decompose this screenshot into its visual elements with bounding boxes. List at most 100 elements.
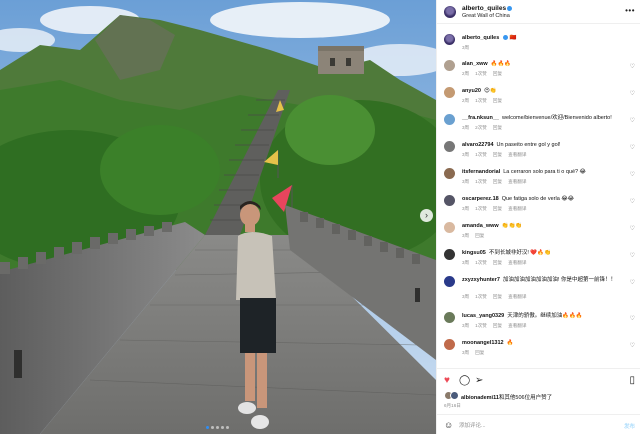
comment-username[interactable]: zxyzxyhunter7 [462, 277, 500, 283]
heart-icon[interactable]: ♡ [630, 63, 635, 70]
post-photo: › [0, 0, 436, 434]
comment-username[interactable]: alvaro22794 [462, 142, 494, 148]
avatar[interactable] [444, 222, 455, 233]
likes-summary[interactable]: albionademi11和其他506位用户赞了 [461, 393, 552, 401]
reply-button[interactable]: 回复 [493, 71, 502, 76]
comment-time: 2周 [462, 98, 470, 103]
avatar[interactable] [444, 339, 455, 350]
translate-link[interactable]: 查看翻译 [508, 206, 526, 211]
comment-text: 不到长城非好汉! ❤️🔥👏 [488, 250, 551, 256]
heart-icon[interactable]: ♡ [630, 252, 635, 259]
translate-link[interactable]: 查看翻译 [508, 179, 526, 184]
comment-username[interactable]: alan_xww [462, 61, 488, 67]
comment-time: 3周 [462, 233, 470, 238]
avatar[interactable] [444, 312, 455, 323]
avatar[interactable] [444, 34, 455, 45]
heart-icon[interactable]: ♡ [630, 90, 635, 97]
avatar[interactable] [444, 249, 455, 260]
comment-input[interactable] [459, 420, 609, 431]
heart-icon[interactable]: ♡ [630, 279, 635, 286]
comment-username[interactable]: lucas_yang0329 [462, 313, 504, 319]
heart-icon[interactable]: ♥ [444, 375, 450, 386]
comment-username[interactable]: __fra.nksun__ [462, 115, 499, 121]
carousel-dot [206, 426, 209, 429]
comment-likes[interactable]: 1次赞 [475, 152, 487, 157]
reply-button[interactable]: 回复 [493, 260, 502, 265]
reply-button[interactable]: 回复 [475, 233, 484, 238]
verified-icon [503, 35, 509, 41]
comment-time: 3周 [462, 350, 470, 355]
translate-link[interactable]: 查看翻译 [508, 152, 526, 157]
comment-likes[interactable]: 1次赞 [475, 323, 487, 328]
avatar[interactable] [444, 87, 455, 98]
comment-likes[interactable]: 1次赞 [475, 98, 487, 103]
header-location[interactable]: Great Wall of China [462, 13, 510, 19]
comment-username[interactable]: anyu20 [462, 88, 481, 94]
reply-button[interactable]: 回复 [493, 98, 502, 103]
comment-username[interactable]: amanda_www [462, 223, 499, 229]
heart-icon[interactable]: ♡ [630, 117, 635, 124]
post-comment-button[interactable]: 发布 [624, 422, 635, 430]
comment-time: 3周 [462, 260, 470, 265]
bookmark-icon[interactable]: ▯ [629, 375, 635, 386]
reply-button[interactable]: 回复 [493, 294, 502, 299]
reply-button[interactable]: 回复 [493, 179, 502, 184]
caption-time: 3周 [462, 45, 470, 50]
post-actions: ♥ ◯ ➢ ▯ albionademi11和其他506位用户赞了 6月16日 [437, 368, 640, 414]
avatar[interactable] [444, 276, 455, 287]
caption-flag: 🇨🇳 [509, 35, 517, 41]
comment-text: 😍👏 [483, 88, 497, 94]
comments-list[interactable]: alberto_quiles 🇨🇳 3周 alan_xww 🔥🔥🔥 2周 1次赞 回复… [437, 30, 640, 366]
emoji-icon[interactable]: ☺ [444, 420, 453, 430]
comment-icon[interactable]: ◯ [459, 375, 470, 386]
avatar[interactable] [444, 141, 455, 152]
comment-text: 加油加油加油加油加油! 你是中超第一前锋！！ [502, 277, 616, 283]
header-username[interactable]: alberto_quiles [462, 5, 506, 12]
heart-icon[interactable]: ♡ [630, 171, 635, 178]
heart-icon[interactable]: ♡ [630, 198, 635, 205]
reply-button[interactable]: 回复 [493, 323, 502, 328]
caption-username[interactable]: alberto_quiles [462, 35, 499, 41]
carousel-dot [221, 426, 224, 429]
comment-likes[interactable]: 1次赞 [475, 179, 487, 184]
avatar [450, 391, 459, 400]
comment-likes[interactable]: 2次赞 [475, 125, 487, 130]
translate-link[interactable]: 查看翻译 [508, 294, 526, 299]
heart-icon[interactable]: ♡ [630, 315, 635, 322]
avatar[interactable] [444, 114, 455, 125]
reply-button[interactable]: 回复 [493, 125, 502, 130]
comment-text: welcome/bienvenue/欢迎/Bienvenido alberto! [502, 115, 612, 121]
translate-link[interactable]: 查看翻译 [508, 260, 526, 265]
share-icon[interactable]: ➢ [475, 375, 483, 386]
more-icon[interactable]: ••• [625, 6, 635, 15]
reply-button[interactable]: 回复 [493, 206, 502, 211]
heart-icon[interactable]: ♡ [630, 342, 635, 349]
comment-text: Un paseito entre gol y gol! [496, 142, 561, 148]
comment-username[interactable]: itsfernandorial [462, 169, 500, 175]
comment-text: 🔥🔥🔥 [490, 61, 512, 67]
heart-icon[interactable]: ♡ [630, 144, 635, 151]
reply-button[interactable]: 回复 [493, 152, 502, 157]
translate-link[interactable]: 查看翻译 [508, 323, 526, 328]
comment-time: 2周 [462, 71, 470, 76]
comment-likes[interactable]: 1次赞 [475, 206, 487, 211]
likes-username[interactable]: albionademi11 [461, 395, 499, 401]
avatar[interactable] [444, 60, 455, 71]
reply-button[interactable]: 回复 [475, 350, 484, 355]
avatar[interactable] [444, 6, 456, 18]
carousel-dots [206, 426, 229, 429]
avatar[interactable] [444, 195, 455, 206]
comment-time: 3周 [462, 206, 470, 211]
avatar[interactable] [444, 168, 455, 179]
heart-icon[interactable]: ♡ [630, 225, 635, 232]
comment-likes[interactable]: 1次赞 [475, 294, 487, 299]
comment-username[interactable]: moonangel1312 [462, 340, 504, 346]
comment-likes[interactable]: 1次赞 [475, 260, 487, 265]
comment-username[interactable]: oscarperez.18 [462, 196, 499, 202]
chevron-right-icon[interactable]: › [420, 209, 433, 222]
comment-username[interactable]: kingsu05 [462, 250, 486, 256]
comment-time: 3周 [462, 294, 470, 299]
carousel-dot [216, 426, 219, 429]
comment-likes[interactable]: 1次赞 [475, 71, 487, 76]
post-date: 6月16日 [444, 403, 461, 408]
